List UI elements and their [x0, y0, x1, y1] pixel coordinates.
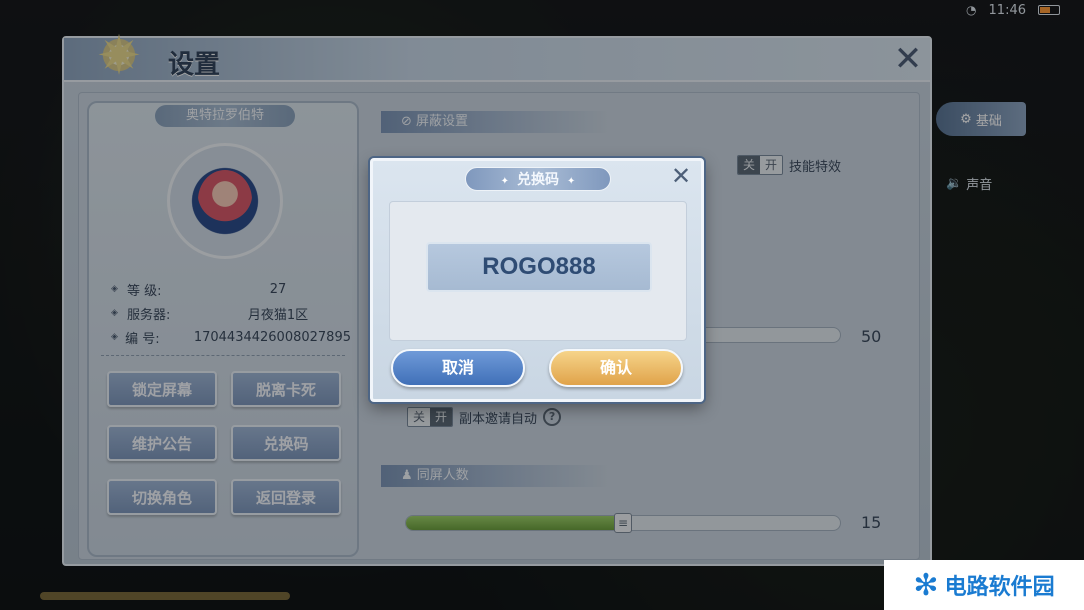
redeem-code-dialog: ✦ 兑换码 ✦ ✕ ROGO888 取消 确认 — [370, 158, 704, 402]
watermark: ✻ 电路软件园 — [884, 560, 1084, 610]
confirm-button[interactable]: 确认 — [549, 349, 683, 387]
dialog-content: ROGO888 — [389, 201, 687, 341]
snowflake-logo-icon: ✻ — [913, 567, 939, 603]
dialog-close-icon[interactable]: ✕ — [669, 164, 693, 189]
cancel-button[interactable]: 取消 — [391, 349, 525, 387]
dialog-title: ✦ 兑换码 ✦ — [465, 167, 611, 191]
sparkle-icon: ✦ — [500, 176, 509, 187]
redeem-code-input[interactable]: ROGO888 — [426, 242, 652, 292]
sparkle-icon: ✦ — [567, 176, 576, 187]
